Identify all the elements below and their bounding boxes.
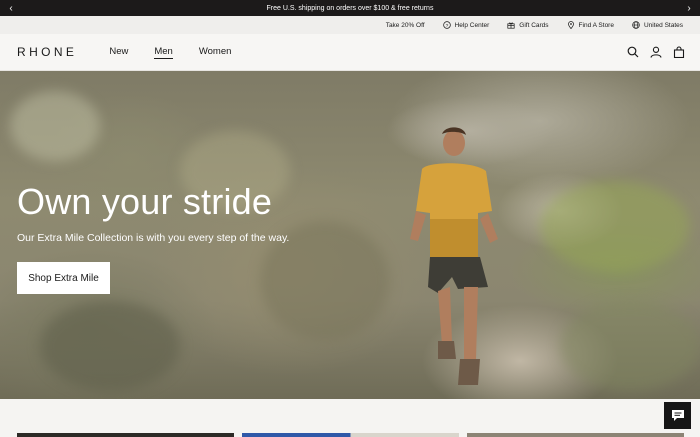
search-icon[interactable] <box>627 45 639 58</box>
cart-icon[interactable] <box>673 45 685 58</box>
take-20-off-label: Take 20% Off <box>385 21 425 29</box>
hero-bokeh <box>560 301 700 391</box>
rhone-logo[interactable]: RHONE <box>17 45 77 59</box>
hero-subtitle: Our Extra Mile Collection is with you ev… <box>17 232 290 244</box>
location-pin-icon <box>567 21 574 29</box>
nav-women[interactable]: Women <box>199 46 232 59</box>
region-selector[interactable]: United States <box>632 21 683 29</box>
chat-button[interactable] <box>664 402 691 429</box>
shop-extra-mile-button[interactable]: Shop Extra Mile <box>17 262 110 294</box>
runner-figure <box>410 127 498 385</box>
product-tiles-row <box>17 433 684 437</box>
gift-cards-label: Gift Cards <box>519 21 549 29</box>
nav-new[interactable]: New <box>109 46 128 59</box>
chevron-right-icon[interactable]: › <box>680 0 698 16</box>
hero-bokeh <box>10 91 100 161</box>
hero-bokeh <box>40 301 180 391</box>
hero-title: Own your stride <box>17 181 273 222</box>
product-tile-preview[interactable] <box>17 433 234 437</box>
region-label: United States <box>643 21 683 29</box>
product-tile-preview[interactable] <box>242 433 459 437</box>
chevron-left-icon[interactable]: ‹ <box>2 0 20 16</box>
find-a-store-label: Find A Store <box>578 21 614 29</box>
utility-bar: Take 20% Off ? Help Center Gift Cards Fi… <box>0 16 700 34</box>
svg-text:?: ? <box>445 23 448 29</box>
help-icon: ? <box>442 21 451 29</box>
gift-icon <box>507 22 515 29</box>
find-a-store-link[interactable]: Find A Store <box>567 21 614 29</box>
hero-text: Own your stride Our Extra Mile Collectio… <box>17 181 290 245</box>
gift-cards-link[interactable]: Gift Cards <box>507 21 549 29</box>
announcement-bar: ‹ Free U.S. shipping on orders over $100… <box>0 0 700 16</box>
help-center-label: Help Center <box>454 21 490 29</box>
nav-icons <box>627 45 685 58</box>
hero-banner: Own your stride Our Extra Mile Collectio… <box>0 71 700 399</box>
nav-links: New Men Women <box>109 46 231 59</box>
announcement-text: Free U.S. shipping on orders over $100 &… <box>266 4 434 12</box>
globe-icon <box>632 21 640 29</box>
account-icon[interactable] <box>650 45 662 58</box>
chat-icon <box>671 410 684 421</box>
hero-bokeh <box>540 181 690 271</box>
help-center-link[interactable]: ? Help Center <box>442 21 490 29</box>
nav-men[interactable]: Men <box>154 46 173 59</box>
main-nav: RHONE New Men Women <box>0 34 700 71</box>
product-tile-preview[interactable] <box>467 433 684 437</box>
take-20-off-link[interactable]: Take 20% Off <box>386 22 425 29</box>
